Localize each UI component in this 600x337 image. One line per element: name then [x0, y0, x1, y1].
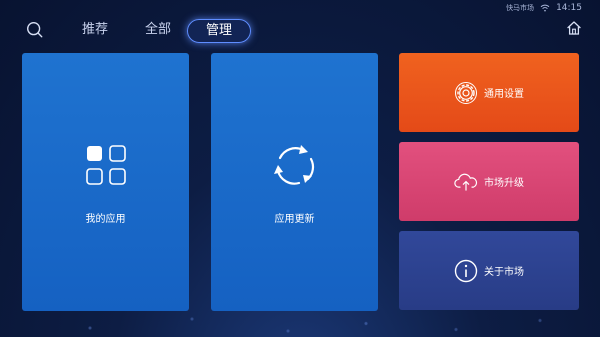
my-apps-tile[interactable]: 我的应用: [22, 53, 189, 311]
general-settings-tile[interactable]: 通用设置: [399, 53, 579, 132]
clock: 14:15: [556, 3, 582, 13]
general-settings-label: 通用设置: [484, 89, 524, 100]
tab-recommend[interactable]: 推荐: [82, 19, 108, 41]
home-icon[interactable]: [566, 20, 582, 36]
about-market-label: 关于市场: [484, 267, 524, 278]
tab-manage[interactable]: 管理: [187, 19, 251, 43]
app-update-label: 应用更新: [274, 214, 315, 225]
gear-icon: [455, 81, 477, 104]
app-update-tile[interactable]: 应用更新: [211, 53, 378, 311]
background-particles: [0, 307, 600, 337]
about-market-tile[interactable]: 关于市场: [399, 231, 579, 310]
cloud-upload-icon: [454, 173, 478, 191]
my-apps-label: 我的应用: [85, 214, 126, 225]
app-grid-icon: [85, 145, 126, 185]
store-name: 快马市场: [506, 4, 535, 12]
search-icon[interactable]: [26, 21, 43, 38]
market-upgrade-tile[interactable]: 市场升级: [399, 142, 579, 221]
status-bar: 快马市场 14:15: [506, 3, 582, 13]
wifi-icon: [540, 4, 550, 12]
info-icon: [454, 259, 478, 282]
refresh-icon: [273, 145, 314, 185]
tab-all[interactable]: 全部: [145, 19, 171, 41]
market-upgrade-label: 市场升级: [484, 178, 524, 189]
